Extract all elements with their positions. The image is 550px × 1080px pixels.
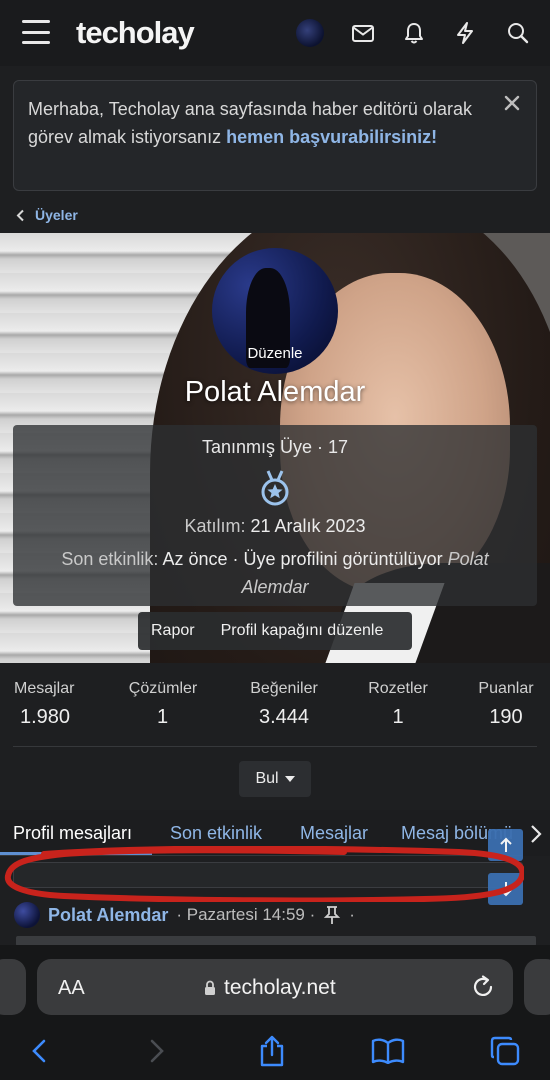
- last-activity: Son etkinlik: Az önce · Üye profilini gö…: [30, 545, 520, 601]
- stat-badges[interactable]: Rozetler 1: [363, 680, 433, 729]
- red-circle-annotation: [4, 846, 524, 902]
- caret-down-icon: [284, 775, 295, 782]
- profile-action-bar: Rapor Profil kapağını düzenle: [138, 612, 412, 650]
- top-bar: techolay: [0, 0, 550, 66]
- profile-name: Polat Alemdar: [184, 376, 366, 408]
- stat-messages[interactable]: Mesajlar 1.980: [14, 680, 74, 729]
- join-value: 21 Aralık 2023: [250, 516, 366, 536]
- breadcrumb-members[interactable]: Üyeler: [35, 207, 78, 223]
- previous-tab-pill[interactable]: [0, 959, 26, 1015]
- url-field[interactable]: techolay.net: [204, 976, 336, 1000]
- pin-icon: [324, 906, 341, 924]
- stat-label: Rozetler: [368, 680, 428, 697]
- tab-posts[interactable]: Mesajlar: [300, 823, 368, 844]
- stat-label: Puanlar: [478, 680, 534, 697]
- stat-likes[interactable]: Beğeniler 3.444: [245, 680, 323, 729]
- bookmarks-icon[interactable]: [371, 1034, 405, 1068]
- stat-solutions[interactable]: Çözümler 1: [124, 680, 202, 729]
- activity-label: Son etkinlik:: [61, 549, 159, 569]
- report-button[interactable]: Rapor: [138, 622, 208, 640]
- back-icon[interactable]: [22, 1034, 56, 1068]
- bolt-icon[interactable]: [450, 18, 480, 48]
- stat-points[interactable]: Puanlar 190: [473, 680, 539, 729]
- medal-icon[interactable]: [260, 470, 290, 506]
- tab-latest-activity[interactable]: Son etkinlik: [170, 823, 262, 844]
- stat-label: Çözümler: [128, 680, 198, 697]
- find-label: Bul: [255, 770, 279, 787]
- chevron-left-icon: [16, 209, 24, 221]
- stat-label: Beğeniler: [250, 680, 318, 697]
- next-tab-pill[interactable]: [524, 959, 550, 1015]
- profile-post-row: Polat Alemdar · Pazartesi 14:59 · ·: [14, 900, 355, 930]
- user-avatar[interactable]: [296, 19, 324, 47]
- profile-avatar[interactable]: Düzenle: [212, 248, 338, 374]
- lock-icon: [205, 980, 215, 995]
- user-title: Tanınmış Üye · 17: [201, 437, 349, 457]
- reader-settings-button[interactable]: AA: [58, 977, 85, 1000]
- stat-label: Mesajlar: [14, 680, 75, 697]
- close-icon[interactable]: [502, 93, 522, 113]
- profile-stats: Mesajlar 1.980 Çözümler 1 Beğeniler 3.44…: [0, 663, 550, 747]
- tab-profile-posts[interactable]: Profil mesajları: [13, 823, 132, 844]
- url-text: techolay.net: [224, 976, 336, 999]
- find-button[interactable]: Bul: [239, 761, 311, 797]
- editor-notice: Merhaba, Techolay ana sayfasında haber e…: [13, 80, 537, 191]
- bell-icon[interactable]: [399, 18, 429, 48]
- stat-value: 190: [489, 706, 523, 728]
- reload-icon[interactable]: [470, 974, 496, 1000]
- forward-icon[interactable]: [140, 1034, 174, 1068]
- post-meta: · Pazartesi 14:59 ·: [176, 905, 316, 924]
- chevron-right-icon[interactable]: [522, 812, 550, 856]
- avatar-edit-label[interactable]: Düzenle: [212, 345, 338, 362]
- mail-icon[interactable]: [348, 18, 378, 48]
- search-icon[interactable]: [503, 18, 533, 48]
- tabs-icon[interactable]: [488, 1034, 522, 1068]
- breadcrumb[interactable]: Üyeler: [16, 204, 78, 226]
- join-label: Katılım:: [184, 516, 246, 536]
- post-author[interactable]: Polat Alemdar: [48, 905, 168, 926]
- stat-value: 1: [392, 706, 404, 728]
- stat-value: 1: [157, 706, 169, 728]
- divider: [13, 746, 537, 747]
- menu-icon[interactable]: [22, 20, 50, 44]
- stat-value: 3.444: [258, 706, 310, 728]
- post-meta-trailing: ·: [349, 905, 355, 924]
- join-date: Katılım: 21 Aralık 2023: [0, 516, 550, 537]
- site-logo[interactable]: techolay: [76, 15, 195, 51]
- activity-value: Az önce · Üye profilini görüntülüyor: [162, 549, 443, 569]
- stat-value: 1.980: [20, 706, 71, 728]
- avatar[interactable]: [14, 902, 40, 928]
- notice-apply-link[interactable]: hemen başvurabilirsiniz!: [226, 127, 437, 147]
- share-icon[interactable]: [255, 1034, 289, 1068]
- edit-cover-button[interactable]: Profil kapağını düzenle: [208, 622, 397, 640]
